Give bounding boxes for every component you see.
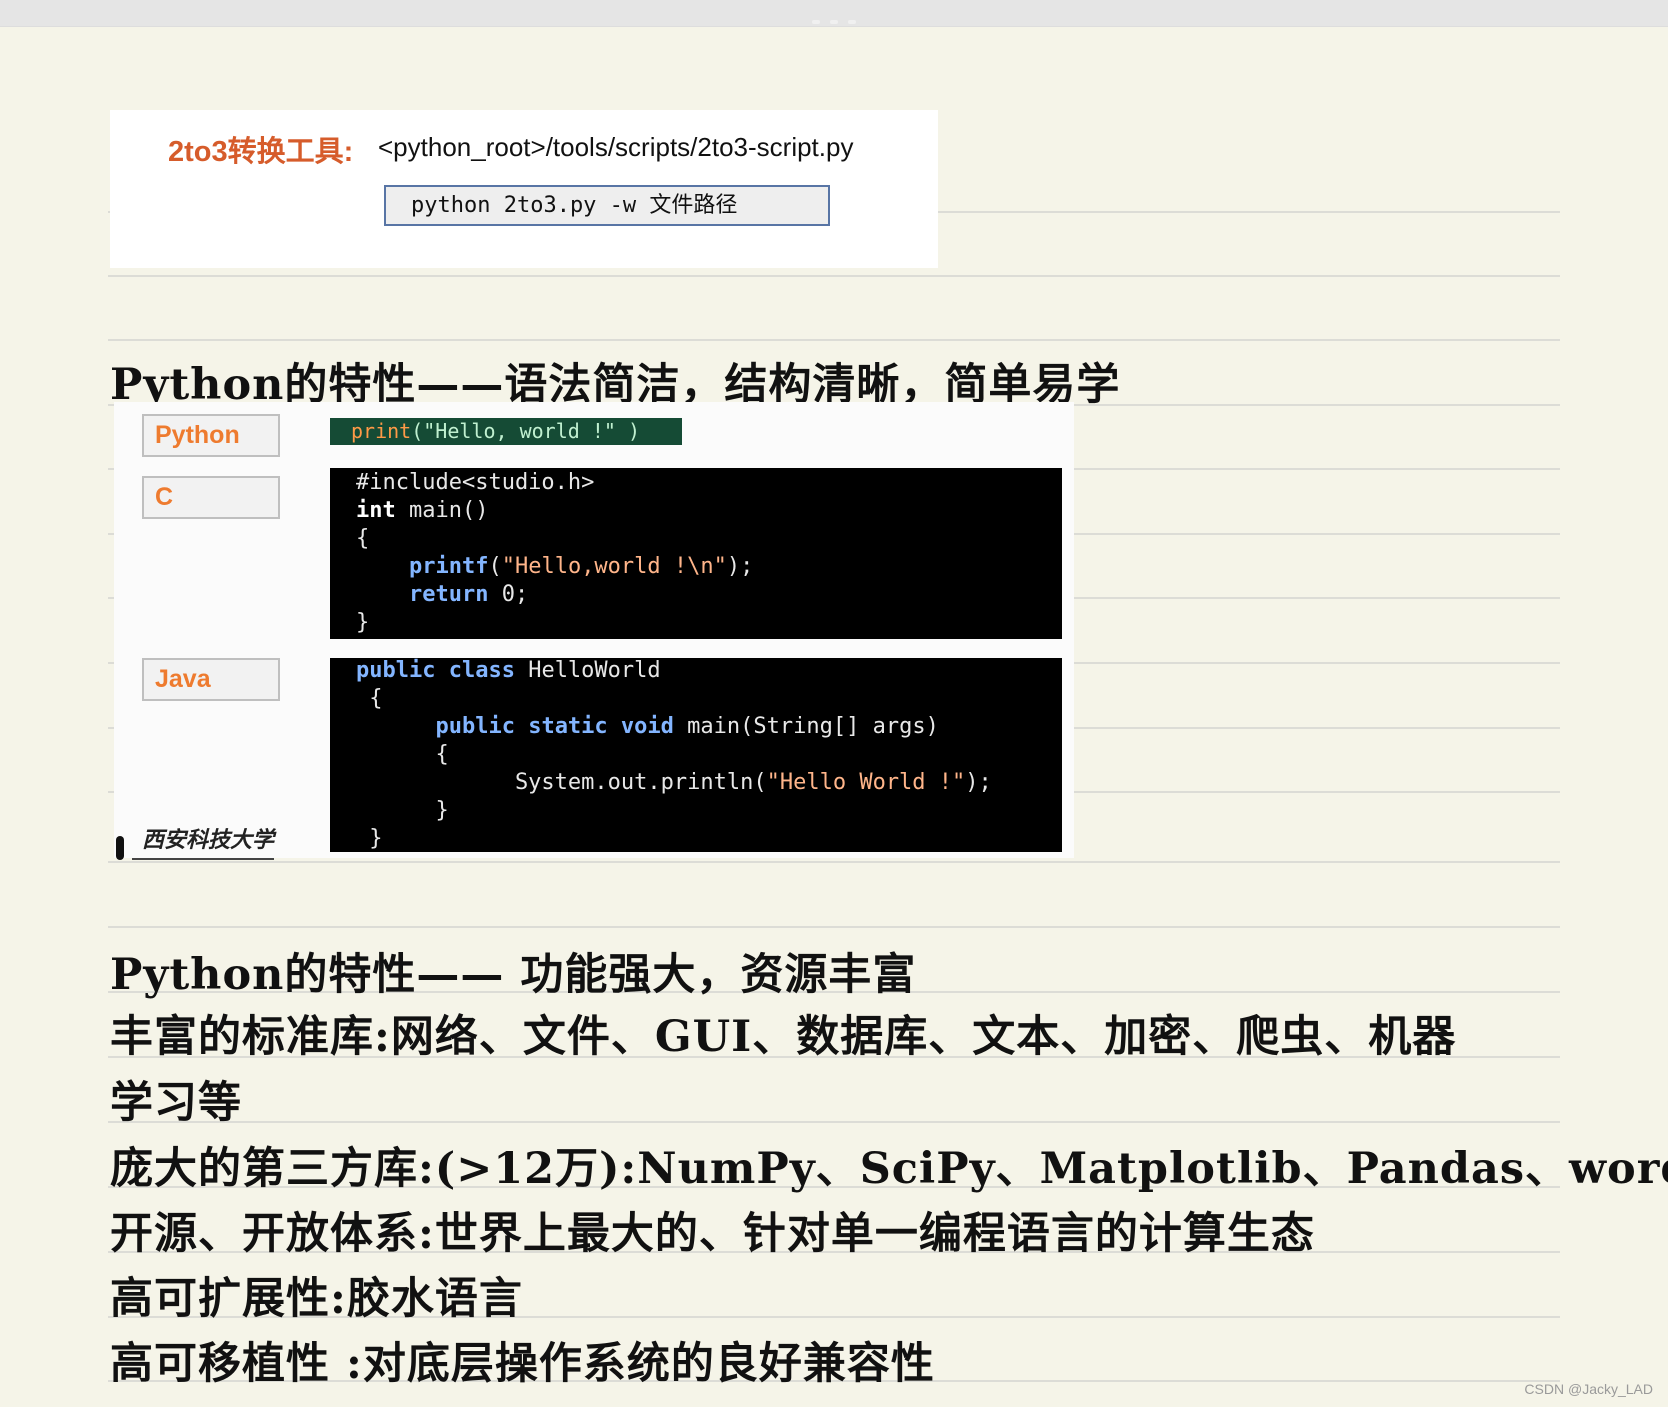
conversion-tool-card: 2to3转换工具: <python_root>/tools/scripts/2t…: [110, 110, 938, 268]
java-code-line: {: [356, 686, 383, 711]
java-code-block: public class HelloWorld { public static …: [330, 658, 1062, 852]
java-label: Java: [142, 658, 280, 701]
ruled-line: [108, 926, 1560, 928]
python-code-rest: ("Hello, world !" ): [411, 419, 640, 443]
ruled-line: [108, 861, 1560, 863]
ruled-line: [108, 1121, 1560, 1123]
feature-line: 学习等: [110, 1078, 242, 1128]
university-underline: [132, 858, 274, 860]
c-code-line: #include<studio.h>: [356, 470, 595, 495]
university-logo: 西安科技大学: [116, 820, 286, 862]
python-code-print: print: [351, 419, 412, 443]
java-code-line: System.out.println("Hello World !");: [356, 770, 992, 795]
c-code-line: return 0;: [408, 582, 529, 607]
top-window-strip: [0, 0, 1668, 27]
c-code-line: int main(): [356, 498, 489, 523]
feature-line: 高可扩展性:胶水语言: [110, 1274, 523, 1324]
university-name: 西安科技大学: [142, 827, 275, 853]
python-label: Python: [142, 414, 280, 457]
java-code-line: }: [356, 826, 383, 851]
drag-dot: [848, 20, 856, 24]
drag-handle-icon[interactable]: [812, 20, 856, 24]
ruled-line: [108, 339, 1560, 341]
tool-path: <python_root>/tools/scripts/2to3-script.…: [378, 132, 854, 162]
drag-dot: [830, 20, 838, 24]
c-code-line: {: [356, 526, 370, 551]
java-code-line: public class HelloWorld: [356, 658, 661, 683]
java-code-line: public static void main(String[] args): [435, 714, 939, 739]
tool-label: 2to3转换工具:: [168, 136, 354, 168]
feature-line: 开源、开放体系:世界上最大的、针对单一编程语言的计算生态: [110, 1209, 1315, 1259]
university-emblem-icon: [116, 836, 124, 860]
java-code-line: }: [356, 798, 449, 823]
feature-line: 丰富的标准库:网络、文件、GUI、数据库、文本、加密、爬虫、机器: [110, 1012, 1457, 1062]
java-code-line: {: [356, 742, 449, 767]
c-code-line: }: [356, 610, 370, 635]
csdn-watermark: CSDN @Jacky_LAD: [1524, 1381, 1653, 1397]
c-code-line: printf("Hello,world !\n");: [408, 554, 754, 579]
drag-dot: [812, 20, 820, 24]
hello-world-comparison-panel: Python print("Hello, world !" ) C #inclu…: [114, 402, 1074, 860]
note-page: 2to3转换工具: <python_root>/tools/scripts/2t…: [0, 0, 1668, 1407]
feature-line: 高可移植性 :对底层操作系统的良好兼容性: [110, 1339, 935, 1389]
tool-command-box: python 2to3.py -w 文件路径: [384, 185, 830, 226]
c-label: C: [142, 476, 280, 519]
python-code-block: print("Hello, world !" ): [330, 418, 682, 445]
c-code-block: #include<studio.h> int main() { printf("…: [330, 468, 1062, 639]
features-section-title: Python的特性—— 功能强大，资源丰富: [110, 950, 917, 1000]
ruled-line: [108, 275, 1560, 277]
feature-line: 庞大的第三方库:(>12万):NumPy、SciPy、Matplotlib、Pa…: [110, 1144, 1668, 1194]
